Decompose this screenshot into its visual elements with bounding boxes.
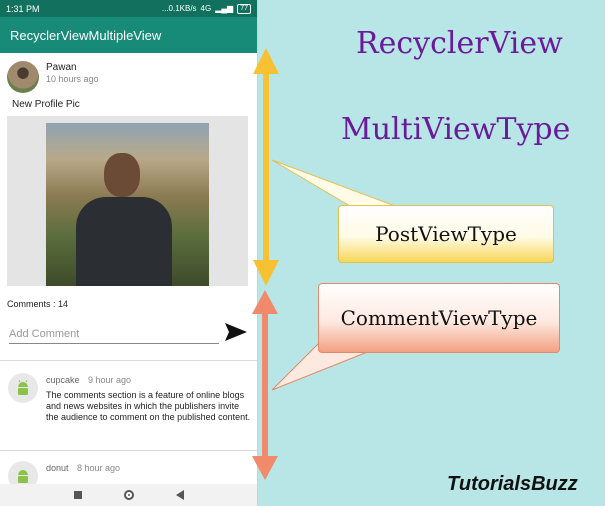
comment-view-type-label: CommentViewType bbox=[340, 306, 538, 330]
post-range-arrow bbox=[253, 48, 279, 286]
comment-view-type-callout: CommentViewType bbox=[318, 283, 560, 353]
brand-logo: TutorialsBuzz bbox=[447, 473, 578, 495]
post-view-type-label: PostViewType bbox=[375, 222, 517, 246]
annotation-title-line2: MultiViewType bbox=[341, 112, 571, 147]
post-callout-pointer bbox=[271, 159, 396, 207]
comment-range-arrow bbox=[252, 290, 278, 480]
post-view-type-callout: PostViewType bbox=[338, 205, 554, 263]
annotation-title-line1: RecyclerView bbox=[356, 26, 563, 61]
